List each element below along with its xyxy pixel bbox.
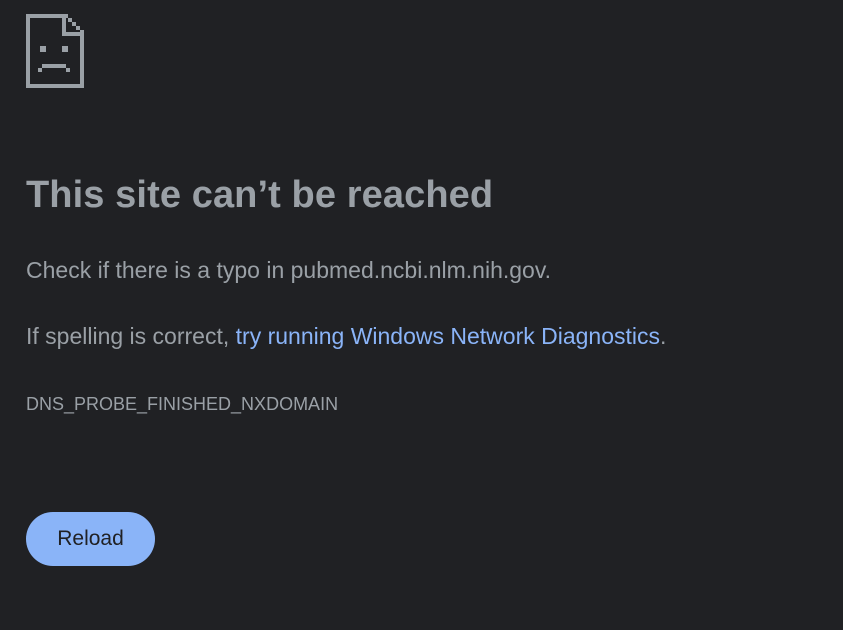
page-title: This site can’t be reached: [26, 174, 494, 216]
spelling-suggestion: If spelling is correct, try running Wind…: [26, 322, 666, 350]
spelling-prefix-text: If spelling is correct,: [26, 323, 236, 349]
spelling-suffix-text: .: [660, 323, 667, 349]
typo-check-text: Check if there is a typo in pubmed.ncbi.…: [26, 257, 552, 283]
network-diagnostics-link[interactable]: try running Windows Network Diagnostics: [236, 323, 660, 349]
error-page: This site can’t be reached Check if ther…: [26, 0, 843, 630]
error-code: DNS_PROBE_FINISHED_NXDOMAIN: [26, 394, 339, 414]
sad-page-icon: [26, 14, 84, 88]
reload-button[interactable]: Reload: [26, 512, 155, 566]
